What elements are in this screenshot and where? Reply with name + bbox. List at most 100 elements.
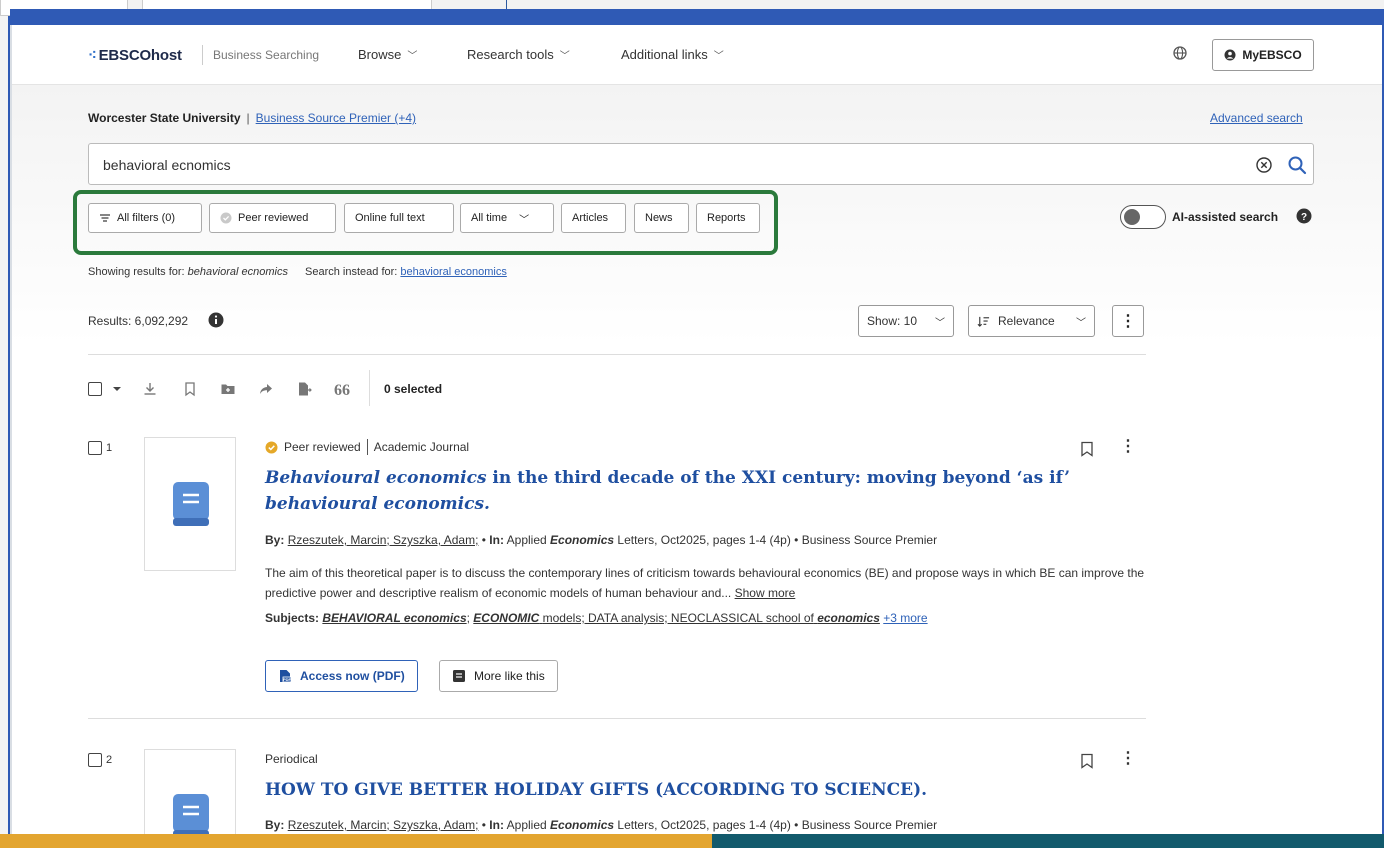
source-emphasis: Economics: [550, 533, 615, 547]
more-like-this-label: More like this: [474, 669, 545, 683]
show-more-link[interactable]: Show more: [735, 586, 796, 600]
nav-research-tools[interactable]: Research tools ﹀: [467, 47, 570, 62]
source-text: Letters, Oct2025, pages 1-4 (4p): [617, 818, 791, 832]
nav-browse[interactable]: Browse ﹀: [358, 47, 417, 62]
articles-filter[interactable]: Articles: [561, 203, 626, 233]
subject-link[interactable]: BEHAVIORAL economics: [322, 611, 466, 625]
news-label: News: [645, 212, 673, 224]
top-header: ⁖ EBSCOhost Business Searching Browse ﹀ Re…: [12, 25, 1382, 85]
logo-divider: [202, 45, 203, 65]
show-label: Show: 10: [867, 314, 918, 328]
advanced-search-link[interactable]: Advanced search: [1210, 111, 1303, 125]
add-to-folder-icon[interactable]: [220, 381, 236, 397]
export-icon[interactable]: [296, 381, 312, 397]
nav-additional-links[interactable]: Additional links ﹀: [621, 47, 724, 62]
result-thumbnail[interactable]: [144, 437, 236, 571]
svg-text:66: 66: [334, 382, 350, 397]
sort-icon: [977, 316, 990, 327]
search-context: Worcester State University | Business Sour…: [88, 111, 416, 125]
slide-top-bar: [10, 9, 1384, 25]
database-name: Business Source Premier: [801, 818, 938, 832]
result-checkbox[interactable]: [88, 441, 102, 455]
date-range-dropdown[interactable]: All time ﹀: [460, 203, 554, 233]
ai-assisted-search-label: AI-assisted search: [1172, 210, 1279, 224]
result-more-icon[interactable]: ⋮: [1120, 439, 1136, 455]
search-instead-link[interactable]: behavioral economics: [400, 266, 506, 278]
filter-lines-icon: [100, 214, 110, 222]
online-full-text-label: Online full text: [355, 212, 425, 224]
caret-down-icon[interactable]: [112, 383, 122, 395]
subject-emphasis: economics: [817, 611, 880, 625]
access-pdf-button[interactable]: PDF Access now (PDF): [265, 660, 418, 692]
result-type: Peer reviewed Academic Journal: [265, 439, 469, 455]
ai-assisted-search-toggle[interactable]: [1120, 205, 1166, 229]
book-icon: [173, 794, 209, 834]
spelling-correction: Showing results for: behavioral ecnomics…: [88, 266, 507, 278]
divider: [88, 354, 1146, 355]
bookmark-icon[interactable]: [1080, 753, 1094, 769]
myebsco-label: MyEBSCO: [1242, 48, 1302, 62]
result-divider: [88, 718, 1146, 719]
title-emphasis: behavioural economics.: [265, 494, 490, 514]
background-left-panel: [0, 16, 10, 834]
title-emphasis: Behavioural economics: [265, 468, 487, 488]
search-icon[interactable]: [1287, 155, 1307, 175]
globe-icon[interactable]: [1172, 45, 1188, 61]
ebsco-logo[interactable]: ⁖ EBSCOhost: [88, 46, 182, 64]
by-label: By:: [265, 533, 285, 547]
all-filters-label: All filters (0): [117, 212, 176, 224]
peer-reviewed-filter[interactable]: Peer reviewed: [209, 203, 336, 233]
authors-link[interactable]: Rzeszutek, Marcin; Szyszka, Adam;: [288, 533, 479, 547]
bookmark-icon[interactable]: [182, 381, 198, 397]
chevron-down-icon: ﹀: [559, 51, 570, 62]
database-name: Business Source Premier: [801, 533, 938, 547]
source-emphasis: Economics: [550, 818, 615, 832]
sort-label: Relevance: [998, 314, 1055, 328]
results-per-page-dropdown[interactable]: Show: 10 ﹀: [858, 305, 954, 337]
book-icon: [173, 482, 209, 526]
peer-reviewed-badge-icon: [265, 441, 278, 453]
check-circle-icon: [220, 212, 232, 224]
sort-dropdown[interactable]: Relevance ﹀: [968, 305, 1095, 337]
subject-link[interactable]: models; DATA analysis; NEOCLASSICAL scho…: [543, 611, 814, 625]
results-count: Results: 6,092,292: [88, 314, 189, 328]
myebsco-button[interactable]: MyEBSCO: [1212, 39, 1314, 71]
chevron-down-icon: ﹀: [519, 214, 530, 226]
result-abstract: The aim of this theoretical paper is to …: [265, 563, 1145, 603]
subject-link[interactable]: ECONOMIC: [473, 611, 539, 625]
search-input[interactable]: behavioral ecnomics: [88, 143, 1314, 185]
databases-link[interactable]: Business Source Premier (+4): [256, 111, 416, 125]
reports-label: Reports: [707, 212, 746, 224]
result-title-link[interactable]: HOW TO GIVE BETTER HOLIDAY GIFTS (ACCORD…: [265, 777, 1085, 803]
result-checkbox[interactable]: [88, 753, 102, 767]
news-filter[interactable]: News: [634, 203, 689, 233]
bookmark-icon[interactable]: [1080, 441, 1094, 457]
instead-prefix: Search instead for:: [305, 266, 398, 278]
info-icon[interactable]: [208, 312, 224, 328]
date-range-label: All time: [471, 212, 508, 224]
more-options-button[interactable]: ⋮: [1112, 305, 1144, 337]
abstract-text: The aim of this theoretical paper is to …: [265, 566, 1145, 600]
reports-filter[interactable]: Reports: [696, 203, 760, 233]
more-like-this-button[interactable]: More like this: [439, 660, 558, 692]
result-subjects: Subjects: BEHAVIORAL economics; ECONOMIC…: [265, 611, 928, 625]
help-icon[interactable]: ?: [1296, 208, 1312, 224]
select-all-checkbox[interactable]: [88, 382, 102, 396]
all-filters-button[interactable]: All filters (0): [88, 203, 202, 233]
clear-search-icon[interactable]: [1255, 156, 1273, 174]
cite-quote-icon[interactable]: 66: [334, 381, 350, 397]
logo-text: EBSCOhost: [98, 47, 182, 64]
result-thumbnail[interactable]: [144, 749, 236, 834]
download-icon[interactable]: [142, 381, 158, 397]
result-type: Periodical: [265, 752, 318, 766]
showing-prefix: Showing results for:: [88, 266, 185, 278]
ebsco-mark-icon: ⁖: [88, 47, 97, 64]
result-title-link[interactable]: Behavioural economics in the third decad…: [265, 465, 1085, 517]
more-subjects-link[interactable]: +3 more: [883, 611, 927, 625]
authors-link[interactable]: Rzeszutek, Marcin; Szyszka, Adam;: [288, 818, 479, 832]
online-full-text-filter[interactable]: Online full text: [344, 203, 454, 233]
result-metadata: By: Rzeszutek, Marcin; Szyszka, Adam; • …: [265, 818, 938, 832]
result-more-icon[interactable]: ⋮: [1120, 751, 1136, 767]
source-text: Letters, Oct2025, pages 1-4 (4p): [617, 533, 791, 547]
share-icon[interactable]: [258, 381, 274, 397]
